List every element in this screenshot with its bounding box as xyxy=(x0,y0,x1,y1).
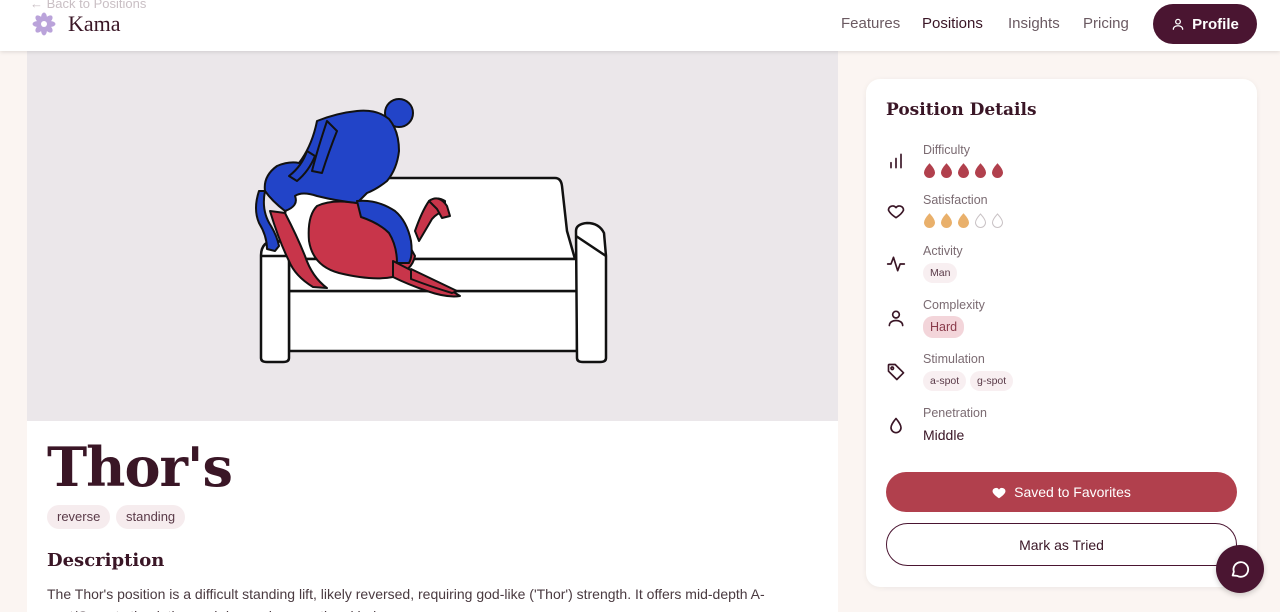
user-icon xyxy=(888,310,904,327)
nav-link-positions[interactable]: Positions xyxy=(922,15,983,32)
activity-chip: Man xyxy=(923,263,958,283)
position-illustration xyxy=(27,51,838,421)
nav-link-insights[interactable]: Insights xyxy=(1008,15,1060,32)
difficulty-label: Difficulty xyxy=(923,143,971,157)
difficulty-rating xyxy=(923,163,1004,178)
satisfaction-drop-empty-icon xyxy=(974,213,987,228)
nav-link-pricing[interactable]: Pricing xyxy=(1083,15,1129,32)
details-heading: Position Details xyxy=(886,100,1037,120)
position-main-card: Thor's reverse standing Description The … xyxy=(27,51,838,612)
heart-icon xyxy=(887,205,905,219)
chat-button[interactable] xyxy=(1216,545,1264,593)
activity-label: Activity xyxy=(923,244,963,258)
saved-button-label: Saved to Favorites xyxy=(1014,484,1131,500)
stimulation-label: Stimulation xyxy=(923,352,985,366)
satisfaction-label: Satisfaction xyxy=(923,193,988,207)
stimulation-chip: a-spot xyxy=(923,371,967,391)
position-tag[interactable]: reverse xyxy=(47,505,111,529)
description-heading: Description xyxy=(47,550,165,571)
heart-filled-icon xyxy=(992,487,1006,498)
satisfaction-drop-filled-icon xyxy=(957,213,970,228)
position-illustration-image xyxy=(255,98,608,364)
difficulty-drop-filled-icon xyxy=(974,163,987,178)
tag-icon xyxy=(887,363,905,381)
difficulty-drop-filled-icon xyxy=(923,163,936,178)
complexity-chip: Hard xyxy=(923,316,965,338)
mark-as-tried-button[interactable]: Mark as Tried xyxy=(886,523,1237,566)
logo-wordmark[interactable]: Kama xyxy=(68,11,121,37)
saved-to-favorites-button[interactable]: Saved to Favorites xyxy=(886,472,1237,512)
satisfaction-drop-empty-icon xyxy=(991,213,1004,228)
satisfaction-rating xyxy=(923,213,1004,228)
activity-icon xyxy=(886,256,906,272)
stimulation-chip: g-spot xyxy=(970,371,1014,391)
description-text: The Thor's position is a difficult stand… xyxy=(47,586,765,612)
difficulty-drop-filled-icon xyxy=(940,163,953,178)
user-icon xyxy=(1172,18,1184,30)
position-tag[interactable]: standing xyxy=(116,505,186,529)
top-nav: ← Back to Positions Kama Features Positi… xyxy=(0,0,1280,51)
penetration-label: Penetration xyxy=(923,406,987,420)
profile-button[interactable]: Profile xyxy=(1153,4,1257,44)
difficulty-drop-filled-icon xyxy=(957,163,970,178)
position-details-card: Position Details Difficulty Satisfaction… xyxy=(866,79,1257,587)
complexity-label: Complexity xyxy=(923,298,985,312)
lotus-logo-icon[interactable] xyxy=(32,12,56,36)
tried-button-label: Mark as Tried xyxy=(1019,536,1104,553)
satisfaction-drop-filled-icon xyxy=(923,213,936,228)
satisfaction-drop-filled-icon xyxy=(940,213,953,228)
bar-chart-icon xyxy=(890,153,902,169)
nav-link-features[interactable]: Features xyxy=(841,15,900,32)
penetration-value: Middle xyxy=(923,427,965,443)
profile-button-label: Profile xyxy=(1192,15,1239,33)
chat-bubble-icon xyxy=(1231,561,1250,578)
difficulty-drop-filled-icon xyxy=(991,163,1004,178)
position-title: Thor's xyxy=(47,435,233,499)
back-to-positions-link[interactable]: ← Back to Positions xyxy=(30,0,146,11)
droplet-icon xyxy=(890,417,902,434)
